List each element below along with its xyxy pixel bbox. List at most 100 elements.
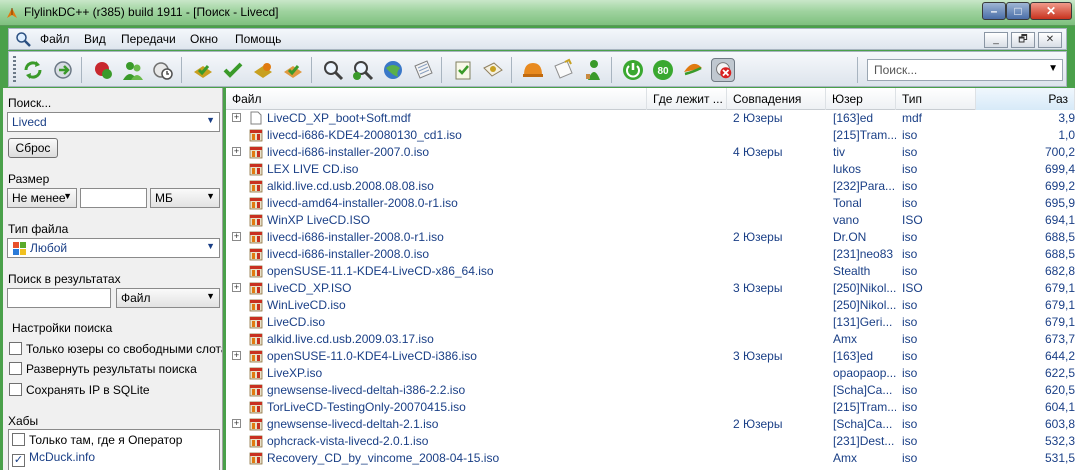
close-button[interactable]: ✕: [1030, 2, 1072, 20]
table-row[interactable]: Recovery_CD_by_vincome_2008-04-15.iso Amx…: [226, 450, 1075, 467]
minimize-button[interactable]: –: [982, 2, 1006, 20]
expand-results-checkbox[interactable]: Развернуть результаты поиска: [9, 362, 197, 376]
notepad-icon[interactable]: [411, 58, 435, 82]
title-bar[interactable]: FlylinkDC++ (r385) build 1911 - [Поиск -…: [0, 0, 1075, 26]
toolbar-grip[interactable]: [13, 56, 16, 82]
table-row[interactable]: livecd-i686-installer-2008.0.iso [231]neo…: [226, 246, 1075, 263]
table-row[interactable]: + LiveCD_XP.ISO 3 Юзеры [250]Nikol... ISO 679…: [226, 280, 1075, 297]
table-row[interactable]: livecd-amd64-installer-2008.0-r1.iso Tona…: [226, 195, 1075, 212]
table-row[interactable]: openSUSE-11.1-KDE4-LiveCD-x86_64.iso Stea…: [226, 263, 1075, 280]
checkbox-box[interactable]: [12, 433, 25, 446]
column-header-user[interactable]: Юзер: [826, 88, 896, 110]
chevron-down-icon[interactable]: ▼: [206, 241, 215, 251]
archive-icon: [249, 333, 263, 346]
expand-icon[interactable]: +: [232, 283, 241, 292]
size-unit-select[interactable]: МБ ▼: [150, 188, 220, 208]
chevron-down-icon[interactable]: ▼: [206, 115, 215, 125]
mdi-minimize-button[interactable]: _: [984, 32, 1008, 48]
open-file-list-icon[interactable]: [481, 58, 505, 82]
size-value-input[interactable]: [80, 188, 147, 208]
column-header-file[interactable]: Файл: [226, 88, 647, 110]
hub-item-mcduck[interactable]: ✓ McDuck.info: [12, 450, 95, 467]
mdi-close-button[interactable]: ✕: [1038, 32, 1062, 48]
table-row[interactable]: gnewsense-livecd-deltah-i386-2.2.iso [Sch…: [226, 382, 1075, 399]
operator-only-checkbox[interactable]: Только там, где я Оператор: [12, 433, 182, 447]
column-header-size[interactable]: Раз: [976, 88, 1075, 110]
expand-icon[interactable]: +: [232, 147, 241, 156]
table-row[interactable]: alkid.live.cd.usb.2008.08.08.iso [232]Par…: [226, 178, 1075, 195]
menu-file[interactable]: Файл: [40, 32, 70, 46]
speed-limit-icon[interactable]: 80: [651, 58, 675, 82]
search-spy-icon[interactable]: [381, 58, 405, 82]
checkmark-icon[interactable]: ✓: [12, 454, 25, 467]
menu-help[interactable]: Помощь: [235, 32, 281, 46]
quick-search-input[interactable]: Поиск... ▼: [867, 59, 1063, 81]
flylink-app-icon[interactable]: [5, 6, 19, 20]
table-row[interactable]: livecd-i686-KDE4-20080130_cd1.iso [215]Tr…: [226, 127, 1075, 144]
table-row[interactable]: + openSUSE-11.0-KDE4-LiveCD-i386.iso 3 Юзе…: [226, 348, 1075, 365]
chevron-down-icon[interactable]: ▼: [1048, 63, 1058, 74]
queue-icon[interactable]: [191, 58, 215, 82]
user-status-icon[interactable]: [581, 58, 605, 82]
table-row[interactable]: WinLiveCD.iso [250]Nikol... iso 679,1: [226, 297, 1075, 314]
file-type-select[interactable]: Любой ▼: [7, 238, 220, 258]
checkbox-box[interactable]: [9, 342, 22, 355]
users-icon[interactable]: [121, 58, 145, 82]
chevron-down-icon[interactable]: ▼: [206, 191, 215, 201]
search-toolbar-icon[interactable]: [321, 58, 345, 82]
table-row[interactable]: ophcrack-vista-livecd-2.0.1.iso [231]Dest…: [226, 433, 1075, 450]
type-cell: iso: [902, 247, 918, 261]
upload-queue-icon[interactable]: [251, 58, 275, 82]
table-row[interactable]: TorLiveCD-TestingOnly-20070415.iso [215]T…: [226, 399, 1075, 416]
menu-transfers[interactable]: Передачи: [121, 32, 176, 46]
chevron-down-icon[interactable]: ▼: [206, 291, 215, 301]
table-row[interactable]: WinXP LiveCD.ISO vano ISO 694,1: [226, 212, 1075, 229]
table-row[interactable]: alkid.live.cd.usb.2009.03.17.iso Amx iso 67…: [226, 331, 1075, 348]
power-icon[interactable]: [621, 58, 645, 82]
table-row[interactable]: + gnewsense-livecd-deltah-2.1.iso 2 Юзеры […: [226, 416, 1075, 433]
adl-search-icon[interactable]: [351, 58, 375, 82]
chevron-down-icon[interactable]: ▼: [63, 191, 72, 201]
notes-icon[interactable]: [551, 58, 575, 82]
search-in-results-input[interactable]: [7, 288, 111, 308]
free-slots-only-checkbox[interactable]: Только юзеры со свободными слотами: [9, 342, 222, 356]
column-header-matches[interactable]: Совпадения: [727, 88, 826, 110]
expand-icon[interactable]: +: [232, 419, 241, 428]
menu-window[interactable]: Окно: [190, 32, 218, 46]
table-row[interactable]: + LiveCD_XP_boot+Soft.mdf 2 Юзеры [163]ed md…: [226, 110, 1075, 127]
column-header-type[interactable]: Тип: [896, 88, 976, 110]
save-ip-sqlite-checkbox[interactable]: Сохранять IP в SQLite: [9, 383, 150, 397]
size-mode-select[interactable]: Не менее ▼: [7, 188, 77, 208]
column-header-path[interactable]: Где лежит ...: [647, 88, 727, 110]
table-row[interactable]: LiveCD.iso [131]Geri... iso 679,1: [226, 314, 1075, 331]
search-query-combo[interactable]: Livecd ▼: [7, 112, 220, 132]
expand-icon[interactable]: +: [232, 113, 241, 122]
disconnect-icon[interactable]: [711, 58, 735, 82]
recent-hubs-icon[interactable]: [151, 58, 175, 82]
search-in-results-label: Поиск в результатах: [8, 272, 121, 286]
settings-helmet-icon[interactable]: [521, 58, 545, 82]
reset-button[interactable]: Сброс: [8, 138, 58, 158]
table-row[interactable]: + livecd-i686-installer-2008.0-r1.iso 2 Юз…: [226, 229, 1075, 246]
file-list-icon[interactable]: [451, 58, 475, 82]
search-in-results-field-select[interactable]: Файл ▼: [116, 288, 220, 308]
table-row[interactable]: LiveXP.iso opaopaop... iso 622,5: [226, 365, 1075, 382]
maximize-button[interactable]: □: [1006, 2, 1030, 20]
mdi-restore-button[interactable]: 🗗: [1011, 32, 1035, 48]
table-row[interactable]: LEX LIVE CD.iso lukos iso 699,4: [226, 161, 1075, 178]
archive-icon: [249, 180, 263, 193]
reconnect-icon[interactable]: [21, 58, 45, 82]
checkbox-box[interactable]: [9, 362, 22, 375]
favorite-hubs-icon[interactable]: [91, 58, 115, 82]
follow-redirect-icon[interactable]: [51, 58, 75, 82]
menu-view[interactable]: Вид: [84, 32, 106, 46]
hubs-list[interactable]: Только там, где я Оператор ✓ McDuck.info: [8, 429, 220, 470]
search-in-results-field-value: Файл: [121, 291, 151, 305]
table-row[interactable]: + livecd-i686-installer-2007.0.iso 4 Юзеры…: [226, 144, 1075, 161]
checkbox-box[interactable]: [9, 383, 22, 396]
finished-uploads-icon[interactable]: [281, 58, 305, 82]
expand-icon[interactable]: +: [232, 232, 241, 241]
expand-icon[interactable]: +: [232, 351, 241, 360]
finished-downloads-icon[interactable]: [221, 58, 245, 82]
away-icon[interactable]: [681, 58, 705, 82]
